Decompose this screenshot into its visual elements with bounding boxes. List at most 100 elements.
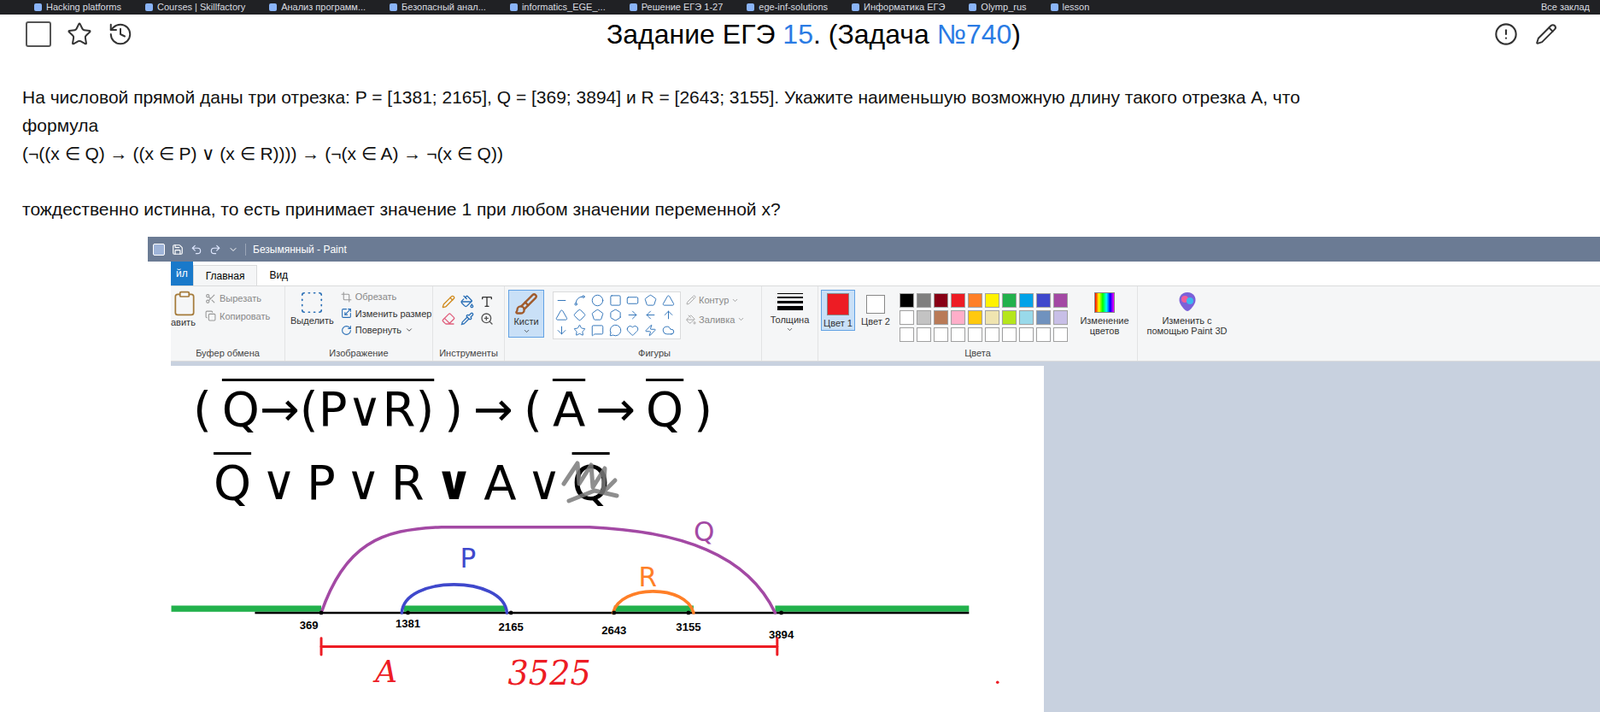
- bookmark[interactable]: Безопасный анал...: [389, 1, 487, 13]
- current-color[interactable]: Цвет 2: [858, 289, 893, 329]
- resize-button[interactable]: Изменить размер: [340, 306, 433, 322]
- bookmark[interactable]: Hacking platforms: [34, 1, 122, 13]
- ribbon-tab[interactable]: Главная: [193, 264, 258, 286]
- outline-button[interactable]: Контур: [685, 293, 745, 308]
- shape-icon[interactable]: [555, 308, 569, 322]
- palette-swatch[interactable]: [933, 293, 949, 308]
- zoom-icon[interactable]: [480, 311, 494, 326]
- rotate-button[interactable]: Повернуть: [340, 322, 433, 338]
- palette-swatch[interactable]: [984, 310, 1000, 325]
- bookmark[interactable]: informatics_EGE_...: [509, 1, 606, 13]
- cut-button[interactable]: Вырезать: [205, 291, 270, 306]
- shape-icon[interactable]: [626, 293, 639, 307]
- shape-icon[interactable]: [644, 293, 657, 307]
- palette-swatch[interactable]: [1053, 293, 1068, 308]
- undo-icon[interactable]: [190, 243, 203, 256]
- palette-swatch[interactable]: [984, 327, 1000, 342]
- palette-swatch[interactable]: [1002, 310, 1017, 325]
- select-button[interactable]: Выделить: [290, 289, 335, 347]
- palette-swatch[interactable]: [950, 293, 966, 308]
- shape-icon[interactable]: [609, 308, 622, 322]
- shape-icon[interactable]: [609, 293, 622, 307]
- shape-icon[interactable]: [662, 308, 675, 322]
- customize-icon[interactable]: [228, 244, 239, 255]
- palette-swatch[interactable]: [967, 293, 983, 308]
- star-icon[interactable]: [66, 21, 93, 47]
- eraser-icon[interactable]: [441, 311, 456, 326]
- palette-swatch[interactable]: [933, 327, 949, 342]
- shape-icon[interactable]: [626, 323, 639, 337]
- edit-colors-button[interactable]: Изменение цветов: [1074, 289, 1135, 336]
- palette-swatch[interactable]: [1002, 293, 1017, 308]
- file-tab[interactable]: йл: [170, 261, 194, 286]
- pencil-icon[interactable]: [441, 294, 456, 309]
- bookmark[interactable]: Olymp_rus: [968, 1, 1026, 13]
- fill-button[interactable]: Заливка: [685, 312, 745, 328]
- palette-swatch[interactable]: [984, 293, 1000, 308]
- current-color[interactable]: Цвет 1: [820, 289, 856, 331]
- bookmark[interactable]: lesson: [1050, 1, 1091, 13]
- copy-button[interactable]: Копировать: [205, 309, 270, 324]
- task-id-link[interactable]: №740: [937, 18, 1013, 50]
- palette-swatch[interactable]: [967, 310, 983, 325]
- shape-icon[interactable]: [573, 293, 587, 307]
- brushes-button[interactable]: Кисти: [508, 289, 545, 338]
- shape-icon[interactable]: [591, 323, 604, 337]
- palette-swatch[interactable]: [1053, 310, 1068, 325]
- palette-swatch[interactable]: [899, 327, 915, 342]
- all-bookmarks[interactable]: Все заклад: [1541, 1, 1590, 13]
- redo-icon[interactable]: [209, 243, 222, 256]
- paint-window[interactable]: Безымянный - PaintйлГлавнаяВид авить Вырез…: [147, 236, 1600, 712]
- size-button[interactable]: Толщина: [761, 286, 819, 361]
- picker-icon[interactable]: [460, 311, 475, 326]
- palette-swatch[interactable]: [1002, 327, 1017, 342]
- palette-swatch[interactable]: [1019, 293, 1034, 308]
- shapes-gallery[interactable]: [552, 291, 681, 340]
- shape-icon[interactable]: [573, 323, 587, 337]
- edit-icon[interactable]: [1535, 23, 1558, 46]
- palette-swatch[interactable]: [1019, 310, 1034, 325]
- shape-icon[interactable]: [662, 293, 675, 307]
- palette-swatch[interactable]: [967, 327, 983, 342]
- shape-icon[interactable]: [662, 323, 675, 337]
- palette-swatch[interactable]: [916, 293, 932, 308]
- palette-swatch[interactable]: [916, 327, 932, 342]
- text-icon[interactable]: [480, 294, 494, 309]
- save-icon[interactable]: [171, 243, 184, 256]
- bookmark[interactable]: Решение ЕГЭ 1-27: [629, 1, 724, 13]
- palette-swatch[interactable]: [916, 310, 932, 325]
- paint3d-button[interactable]: Изменить с помощью Paint 3D: [1137, 286, 1237, 361]
- report-icon[interactable]: [1494, 22, 1518, 47]
- task-number-link[interactable]: 15: [782, 18, 814, 50]
- palette-swatch[interactable]: [950, 327, 966, 342]
- done-checkbox[interactable]: [25, 21, 52, 47]
- bookmark[interactable]: ege-inf-solutions: [746, 1, 828, 13]
- paint-title-bar[interactable]: Безымянный - Paint: [147, 236, 1600, 262]
- bookmark[interactable]: Courses | Skillfactory: [145, 1, 246, 13]
- shape-icon[interactable]: [555, 293, 569, 307]
- palette-swatch[interactable]: [1019, 327, 1034, 342]
- palette-swatch[interactable]: [899, 293, 915, 308]
- shape-icon[interactable]: [609, 323, 622, 337]
- shape-icon[interactable]: [591, 293, 604, 307]
- shape-icon[interactable]: [644, 308, 657, 322]
- bookmark[interactable]: Анализ программ...: [269, 1, 366, 13]
- palette-swatch[interactable]: [933, 310, 949, 325]
- shape-icon[interactable]: [555, 323, 569, 337]
- palette-swatch[interactable]: [1036, 293, 1051, 308]
- shape-icon[interactable]: [626, 308, 639, 322]
- shape-icon[interactable]: [644, 323, 657, 337]
- palette-swatch[interactable]: [1053, 327, 1068, 342]
- shape-icon[interactable]: [591, 308, 604, 322]
- palette-swatch[interactable]: [1036, 327, 1051, 342]
- palette-swatch[interactable]: [950, 310, 966, 325]
- shape-icon[interactable]: [573, 308, 587, 322]
- ribbon-tab[interactable]: Вид: [257, 264, 300, 286]
- fill-icon[interactable]: [460, 294, 475, 309]
- palette-swatch[interactable]: [1036, 310, 1051, 325]
- palette-swatch[interactable]: [899, 310, 915, 325]
- paste-button[interactable]: авить: [170, 289, 199, 347]
- crop-button[interactable]: Обрезать: [340, 289, 433, 305]
- history-icon[interactable]: [107, 21, 134, 47]
- canvas[interactable]: QPR36913812165264331553894A3525(Q→(P∨R))…: [170, 365, 1044, 712]
